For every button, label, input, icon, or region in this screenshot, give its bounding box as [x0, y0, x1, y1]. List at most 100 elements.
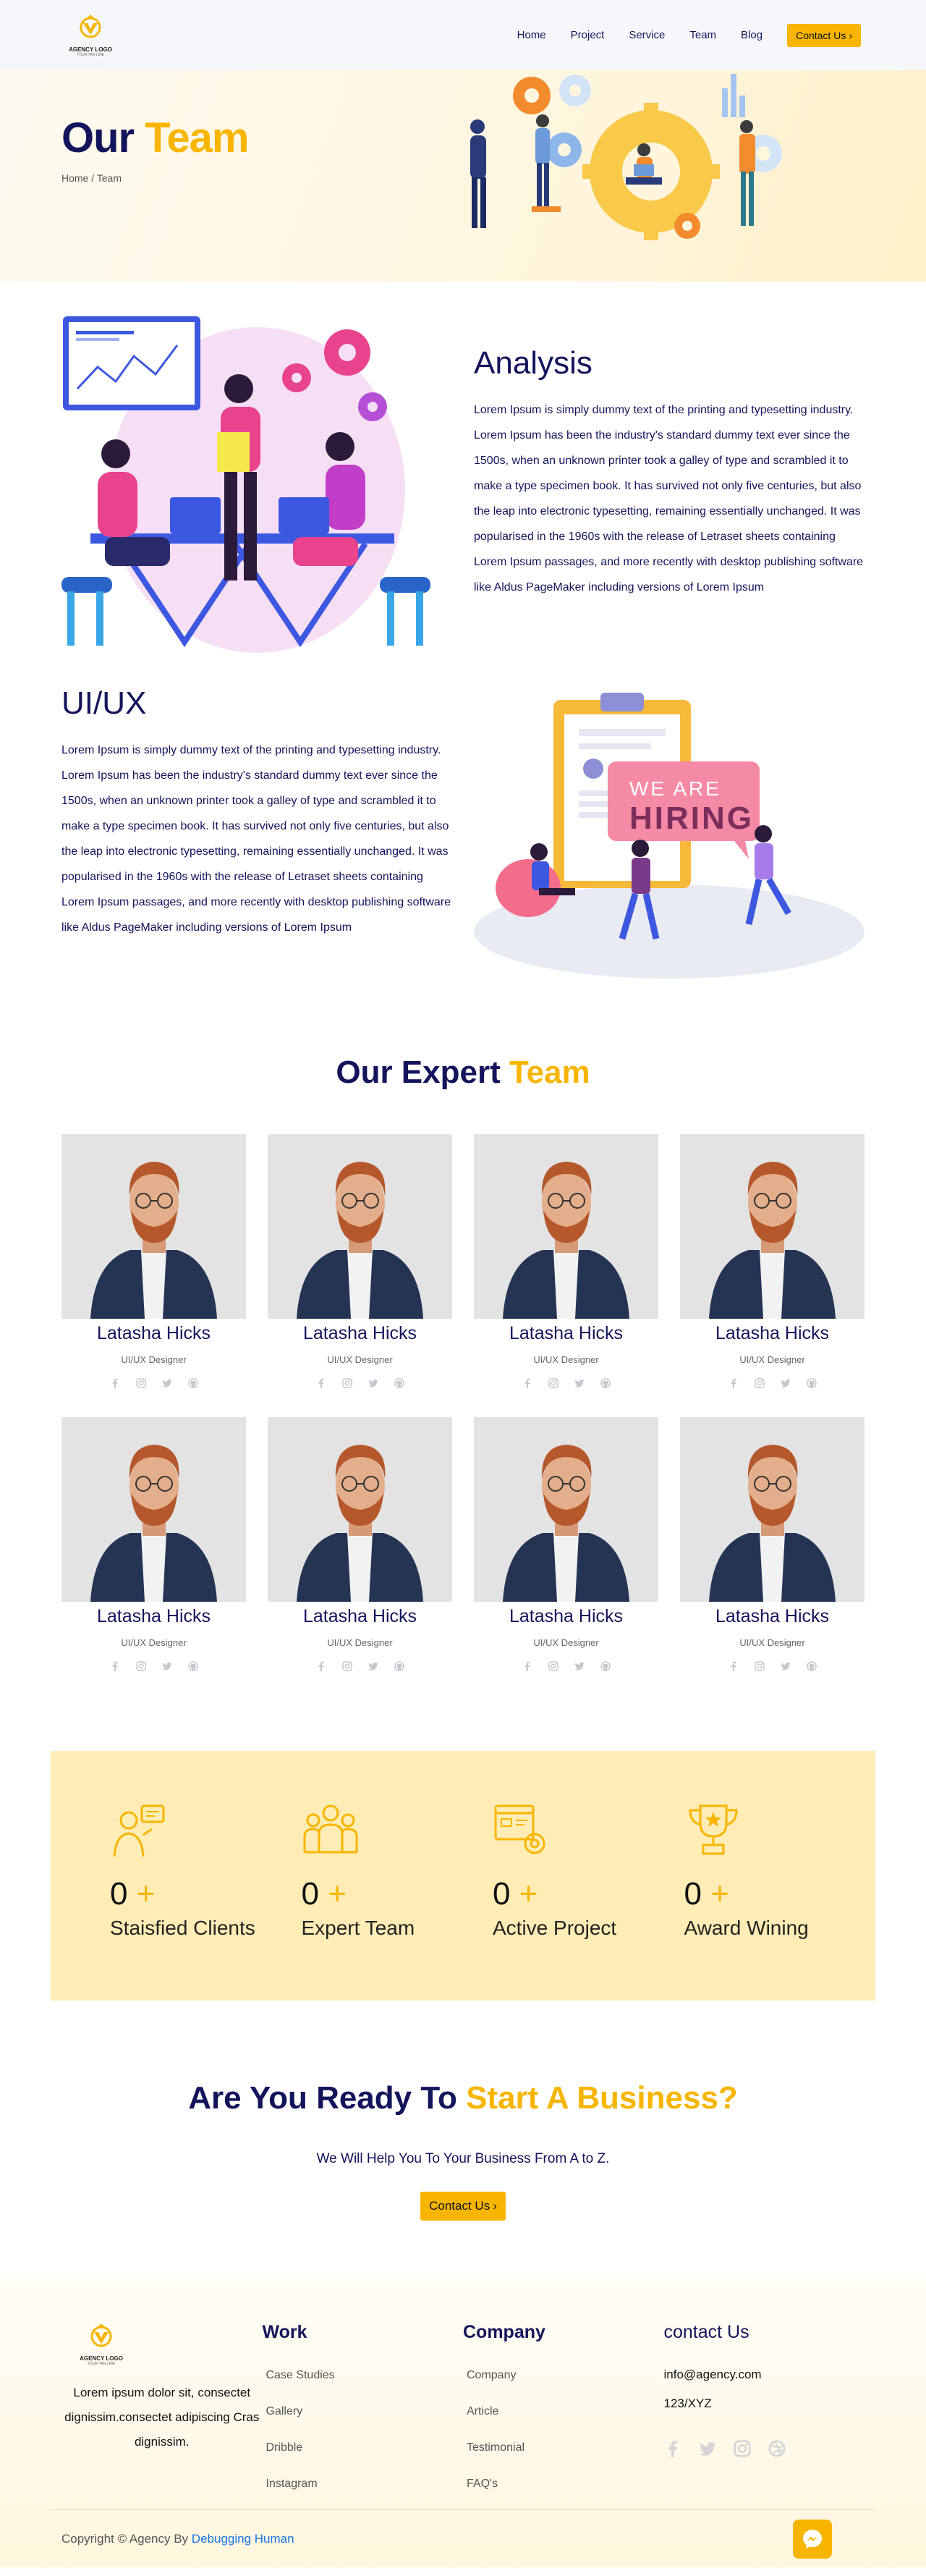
member-role: UI/UX Designer: [121, 1354, 187, 1365]
footer-socials: [664, 2440, 865, 2461]
nav-service[interactable]: Service: [629, 29, 665, 41]
nav-project[interactable]: Project: [571, 29, 605, 41]
github-icon[interactable]: [806, 1378, 817, 1388]
twitter-icon[interactable]: [368, 1378, 378, 1388]
agency-logo[interactable]: AGENCY LOGO YOUR TAG LINE: [65, 13, 116, 57]
messenger-chat-button[interactable]: [793, 2519, 832, 2559]
footer-work-link[interactable]: Case Studies: [263, 2357, 464, 2394]
stat-awards-value: 0 +: [684, 1876, 729, 1912]
facebook-icon[interactable]: [110, 1661, 120, 1671]
about-section: Analysis Lorem Ipsum is simply dummy tex…: [0, 282, 926, 982]
facebook-icon[interactable]: [522, 1661, 532, 1671]
stat-clients-value: 0 +: [110, 1876, 156, 1912]
github-icon[interactable]: [394, 1378, 404, 1388]
github-icon[interactable]: [394, 1661, 404, 1671]
cta-title: Are You Ready To Start A Business?: [0, 2080, 926, 2116]
dribbble-icon[interactable]: [768, 2440, 786, 2461]
uiux-row: UI/UX Lorem Ipsum is simply dummy text o…: [61, 656, 865, 982]
instagram-icon[interactable]: [135, 1378, 146, 1388]
team-member-card[interactable]: Latasha Hicks UI/UX Designer: [268, 1417, 452, 1671]
instagram-icon[interactable]: [341, 1661, 352, 1671]
twitter-icon[interactable]: [574, 1661, 585, 1671]
facebook-icon[interactable]: [110, 1378, 120, 1388]
member-name: Latasha Hicks: [715, 1323, 830, 1343]
expert-team-section: Our Expert Team Latasha Hicks UI/UX Desi…: [0, 982, 926, 1700]
stat-projects-label: Active Project: [493, 1917, 617, 1939]
hiring-banner-line1: WE ARE: [629, 777, 721, 800]
logo-emblem-icon: [90, 2324, 112, 2347]
instagram-icon[interactable]: [733, 2440, 751, 2461]
team-member-card[interactable]: Latasha Hicks UI/UX Designer: [680, 1417, 865, 1671]
team-member-card[interactable]: Latasha Hicks UI/UX Designer: [61, 1134, 246, 1388]
instagram-icon[interactable]: [548, 1378, 558, 1388]
twitter-icon[interactable]: [781, 1661, 791, 1671]
instagram-icon[interactable]: [754, 1661, 765, 1671]
team-member-card[interactable]: Latasha Hicks UI/UX Designer: [474, 1417, 658, 1671]
github-icon[interactable]: [806, 1661, 817, 1671]
twitter-icon[interactable]: [781, 1378, 791, 1388]
footer-work-link[interactable]: Instagram: [263, 2466, 464, 2502]
cta-contact-label: Contact Us: [429, 2199, 490, 2213]
footer-company: Company Company Article Testimonial FAQ'…: [463, 2322, 664, 2502]
twitter-icon[interactable]: [162, 1378, 172, 1388]
stat-team-value: 0 +: [301, 1876, 347, 1912]
footer-company-link[interactable]: Company: [463, 2357, 664, 2394]
footer-about-text: Lorem ipsum dolor sit, consectet digniss…: [64, 2386, 260, 2449]
nav-blog[interactable]: Blog: [741, 29, 763, 41]
twitter-icon[interactable]: [574, 1378, 585, 1388]
footer-email[interactable]: info@agency.com: [664, 2360, 865, 2389]
facebook-icon[interactable]: [316, 1661, 326, 1671]
hiring-illustration: WE ARE HIRING: [474, 693, 865, 979]
facebook-icon[interactable]: [664, 2440, 681, 2461]
instagram-icon[interactable]: [754, 1378, 765, 1388]
footer-logo-text: AGENCY LOGO: [80, 2355, 123, 2362]
footer-company-link[interactable]: Article: [463, 2394, 664, 2430]
copyright: Copyright © Agency By Debugging Human: [61, 2532, 294, 2546]
instagram-icon[interactable]: [341, 1378, 352, 1388]
footer-columns: AGENCY LOGO YOUR TAG LINE Lorem ipsum do…: [61, 2322, 865, 2502]
footer-contact: contact Us info@agency.com 123/XYZ: [664, 2322, 865, 2502]
instagram-icon[interactable]: [548, 1661, 558, 1671]
instagram-icon[interactable]: [135, 1661, 146, 1671]
messenger-icon: [803, 2529, 822, 2548]
facebook-icon[interactable]: [729, 1378, 739, 1388]
team-grid: Latasha Hicks UI/UX Designer Latasha Hic…: [61, 1134, 865, 1671]
hiring-banner-line2: HIRING: [629, 801, 754, 836]
twitter-icon[interactable]: [699, 2440, 716, 2461]
team-member-card[interactable]: Latasha Hicks UI/UX Designer: [680, 1134, 865, 1388]
team-member-card[interactable]: Latasha Hicks UI/UX Designer: [61, 1417, 246, 1671]
github-icon[interactable]: [187, 1661, 198, 1671]
twitter-icon[interactable]: [368, 1661, 378, 1671]
member-photo: [268, 1417, 452, 1602]
copyright-link[interactable]: Debugging Human: [192, 2532, 294, 2546]
uiux-block: UI/UX Lorem Ipsum is simply dummy text o…: [61, 656, 452, 940]
nav-home[interactable]: Home: [517, 29, 546, 41]
nav-team[interactable]: Team: [689, 29, 716, 41]
facebook-icon[interactable]: [316, 1378, 326, 1388]
github-icon[interactable]: [600, 1378, 611, 1388]
footer-company-link[interactable]: FAQ's: [463, 2466, 664, 2502]
team-member-card[interactable]: Latasha Hicks UI/UX Designer: [474, 1134, 658, 1388]
github-icon[interactable]: [600, 1661, 611, 1671]
footer-logo[interactable]: AGENCY LOGO YOUR TAG LINE: [76, 2322, 127, 2366]
nav-contact-button[interactable]: Contact Us ›: [787, 23, 861, 47]
member-role: UI/UX Designer: [533, 1637, 599, 1648]
footer-work-link[interactable]: Dribble: [263, 2430, 464, 2466]
member-portrait-image: [61, 1134, 246, 1319]
member-role: UI/UX Designer: [327, 1354, 393, 1365]
stat-awards-label: Award Wining: [684, 1917, 809, 1939]
page-title-part1: Our: [61, 114, 135, 161]
footer-company-link[interactable]: Testimonial: [463, 2430, 664, 2466]
cta-contact-button[interactable]: Contact Us ›: [420, 2192, 506, 2221]
team-member-card[interactable]: Latasha Hicks UI/UX Designer: [268, 1134, 452, 1388]
analysis-title: Analysis: [474, 345, 592, 381]
github-icon[interactable]: [187, 1378, 198, 1388]
uiux-text: Lorem Ipsum is simply dummy text of the …: [61, 744, 451, 934]
footer-work-link[interactable]: Gallery: [263, 2394, 464, 2430]
facebook-icon[interactable]: [729, 1661, 739, 1671]
twitter-icon[interactable]: [162, 1661, 172, 1671]
footer-work-title: Work: [262, 2322, 307, 2342]
member-portrait-image: [474, 1417, 658, 1602]
facebook-icon[interactable]: [522, 1378, 532, 1388]
member-photo: [61, 1417, 246, 1602]
